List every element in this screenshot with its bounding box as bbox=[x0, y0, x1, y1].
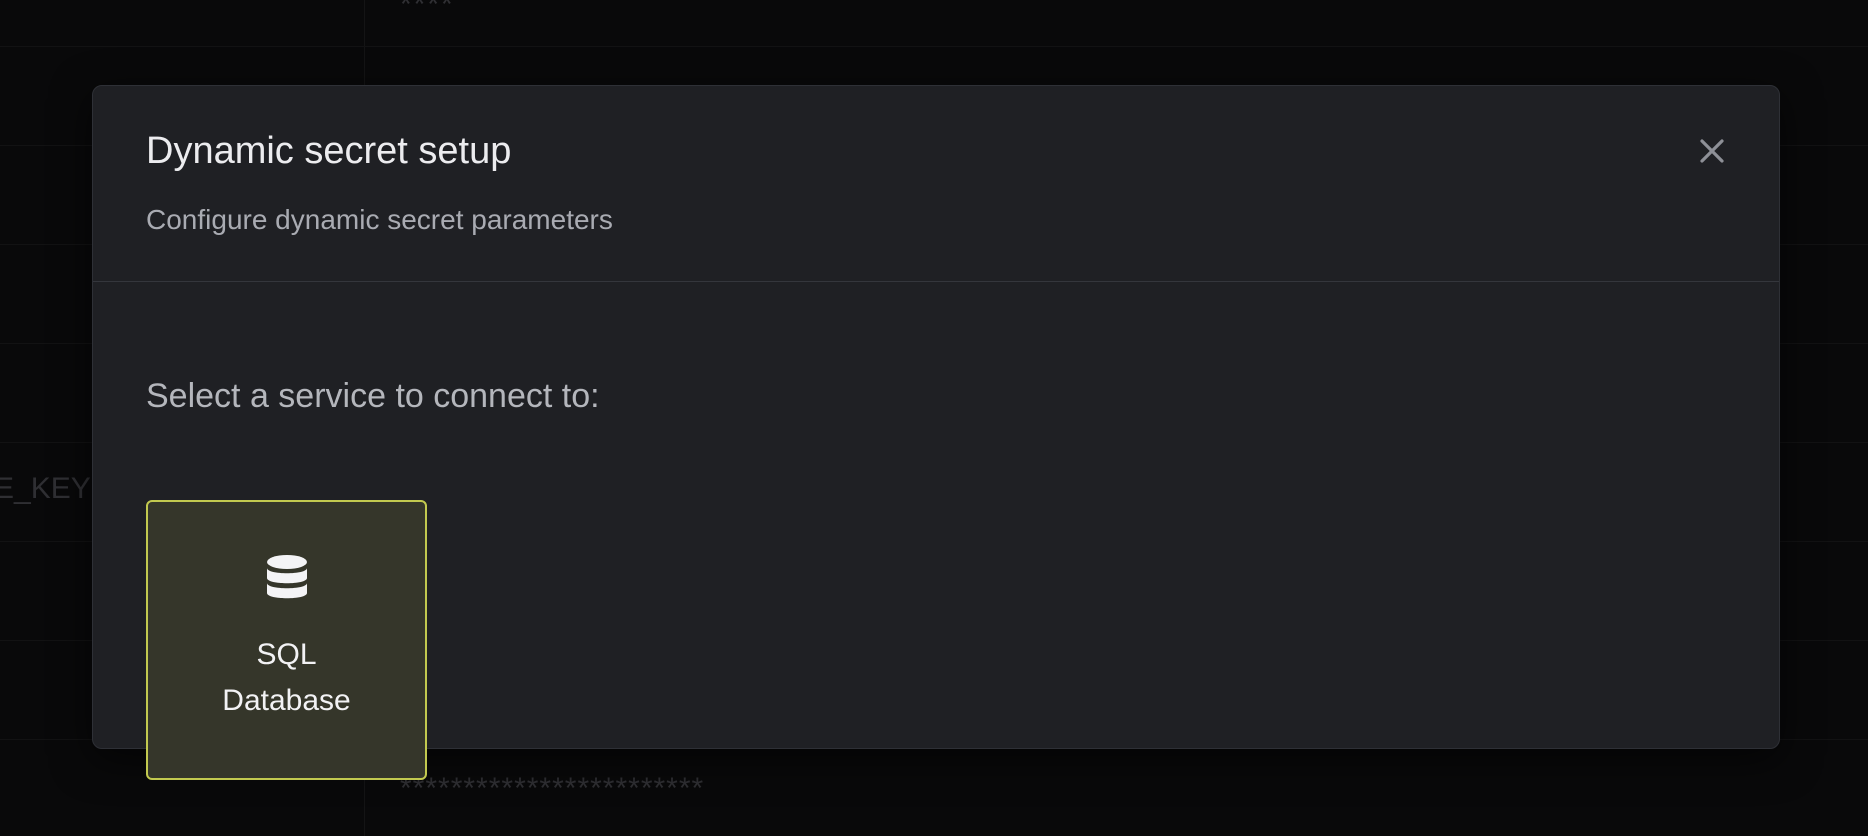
modal-header: Dynamic secret setup Configure dynamic s… bbox=[93, 86, 1779, 282]
modal-subtitle: Configure dynamic secret parameters bbox=[146, 204, 613, 235]
database-icon bbox=[266, 555, 307, 599]
service-label-line: SQL bbox=[256, 638, 317, 671]
modal-title: Dynamic secret setup bbox=[146, 130, 512, 172]
modal-body: Select a service to connect to: SQL Data… bbox=[146, 282, 1726, 780]
close-button[interactable] bbox=[1693, 132, 1731, 170]
dynamic-secret-setup-modal: Dynamic secret setup Configure dynamic s… bbox=[92, 85, 1780, 780]
service-option-sql-database[interactable]: SQL Database bbox=[146, 500, 427, 780]
service-label-line: Database bbox=[222, 684, 351, 717]
service-select-prompt: Select a service to connect to: bbox=[146, 377, 600, 415]
service-option-label: SQL Database bbox=[222, 632, 350, 724]
close-icon bbox=[1700, 139, 1724, 163]
